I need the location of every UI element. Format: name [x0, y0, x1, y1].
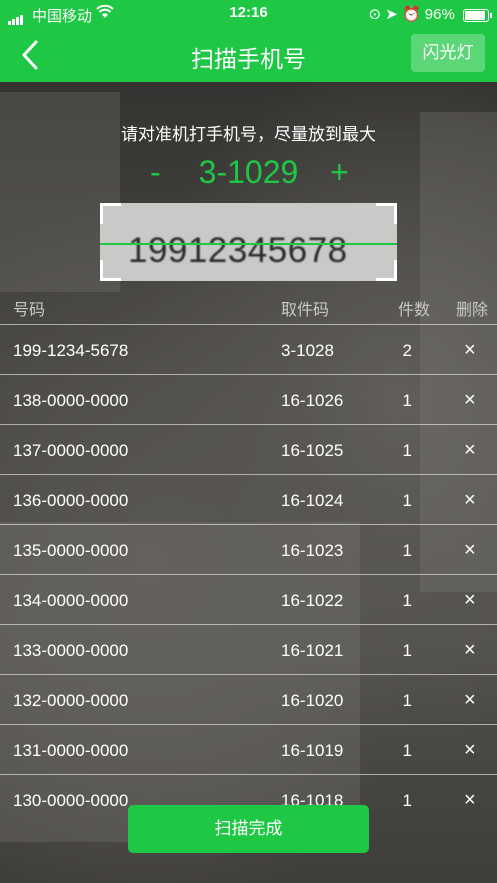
battery-percent: 96%	[424, 6, 455, 23]
header-delete: 删除	[456, 302, 489, 319]
row-count: 1	[402, 441, 412, 460]
delete-icon[interactable]: ×	[464, 639, 476, 662]
scan-preview-text: 19912345678	[128, 231, 348, 270]
frame-corner	[100, 203, 121, 224]
delete-icon[interactable]: ×	[464, 339, 476, 362]
scan-phone-screen: 中国移动 12:16 ⊙ ➤ ⏰ 96% 扫描手机号 闪光灯 请对准机打手机号，…	[0, 0, 497, 883]
delete-icon[interactable]: ×	[464, 539, 476, 562]
row-count: 1	[402, 691, 412, 710]
row-count: 1	[402, 641, 412, 660]
frame-corner	[376, 203, 397, 224]
location-icon: ➤	[385, 6, 398, 23]
delete-icon[interactable]: ×	[464, 439, 476, 462]
scanned-list: 199-1234-5678 3-1028 2 × 138-0000-0000 16-102…	[0, 324, 497, 824]
frame-corner	[100, 260, 121, 281]
delete-icon[interactable]: ×	[464, 589, 476, 612]
flashlight-button[interactable]: 闪光灯	[411, 34, 485, 72]
delete-icon[interactable]: ×	[464, 689, 476, 712]
row-count: 2	[402, 341, 412, 360]
alarm-icon: ⏰	[401, 6, 421, 23]
scan-frame: 19912345678	[100, 203, 397, 281]
row-count: 1	[402, 391, 412, 410]
pickup-code-value: 3-1029	[198, 154, 299, 190]
frame-corner	[376, 260, 397, 281]
orientation-lock-icon: ⊙	[368, 6, 382, 23]
table-row: 137-0000-0000 16-1025 1 ×	[0, 424, 497, 474]
scan-line	[100, 243, 397, 245]
battery-icon	[463, 8, 492, 22]
status-right: ⊙ ➤ ⏰ 96%	[368, 5, 492, 23]
delete-icon[interactable]: ×	[464, 789, 476, 812]
scan-complete-button[interactable]: 扫描完成	[128, 805, 369, 853]
header-count: 件数	[397, 302, 430, 319]
status-bar: 中国移动 12:16 ⊙ ➤ ⏰ 96%	[0, 0, 497, 28]
pickup-code-stepper: - 3-1029 +	[0, 152, 497, 192]
delete-icon[interactable]: ×	[464, 739, 476, 762]
row-count: 1	[402, 541, 412, 560]
row-count: 1	[402, 491, 412, 510]
table-row: 132-0000-0000 16-1020 1 ×	[0, 674, 497, 724]
row-count: 1	[402, 591, 412, 610]
delete-icon[interactable]: ×	[464, 489, 476, 512]
increment-button[interactable]: +	[330, 154, 349, 191]
scan-hint: 请对准机打手机号，尽量放到最大	[121, 125, 376, 144]
table-row: 136-0000-0000 16-1024 1 ×	[0, 474, 497, 524]
table-row: 134-0000-0000 16-1022 1 ×	[0, 574, 497, 624]
table-header: 号码 取件码 件数 删除	[0, 290, 497, 324]
nav-bar: 扫描手机号 闪光灯	[0, 28, 497, 82]
table-row: 135-0000-0000 16-1023 1 ×	[0, 524, 497, 574]
table-row: 133-0000-0000 16-1021 1 ×	[0, 624, 497, 674]
table-row: 199-1234-5678 3-1028 2 ×	[0, 324, 497, 374]
row-count: 1	[402, 741, 412, 760]
table-row: 131-0000-0000 16-1019 1 ×	[0, 724, 497, 774]
table-row: 138-0000-0000 16-1026 1 ×	[0, 374, 497, 424]
delete-icon[interactable]: ×	[464, 389, 476, 412]
